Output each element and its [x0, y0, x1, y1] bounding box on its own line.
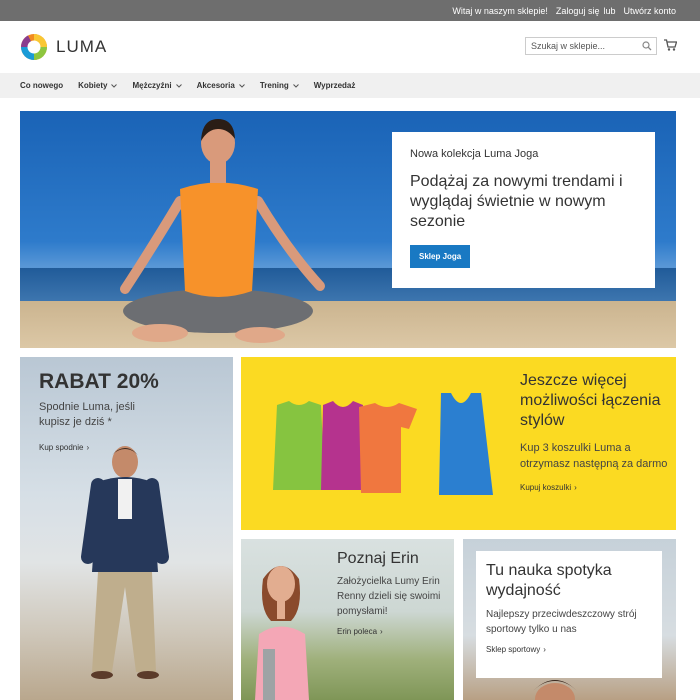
or-text: lub — [603, 5, 616, 16]
nav-label: Akcesoria — [196, 81, 235, 90]
logo-text: LUMA — [56, 37, 108, 56]
nav-label: Kobiety — [78, 81, 108, 90]
erin-recommends-link[interactable]: Erin poleca › — [337, 627, 452, 636]
header: LUMA Szukaj w sklepie... — [0, 21, 700, 73]
nav-item-women[interactable]: Kobiety — [78, 81, 118, 90]
shop-tees-link[interactable]: Kupuj koszulki › — [520, 483, 670, 492]
runner-image — [533, 680, 577, 700]
erin-desc: Założycielka Lumy Erin Renny dzieli się … — [337, 576, 441, 617]
shop-pants-link[interactable]: Kup spodnie › — [39, 443, 89, 452]
search-input[interactable]: Szukaj w sklepie... — [525, 37, 657, 55]
tees-promo[interactable]: Jeszcze więcej możliwości łączenia styló… — [241, 357, 676, 530]
chevron-down-icon — [175, 83, 182, 88]
login-link[interactable]: Zaloguj się — [556, 6, 600, 16]
chevron-right-icon: › — [574, 483, 577, 492]
tees-text: Jeszcze więcej możliwości łączenia styló… — [520, 371, 670, 492]
promo-discount-title: RABAT 20% — [39, 370, 159, 393]
chevron-down-icon — [238, 83, 245, 88]
chevron-right-icon: › — [86, 443, 90, 452]
top-links: Witaj w naszym sklepie! Zaloguj się lub … — [444, 0, 676, 21]
erin-image — [255, 566, 309, 700]
cart-icon[interactable] — [664, 39, 677, 51]
erin-text: Poznaj Erin Założycielka Lumy Erin Renny… — [337, 550, 452, 636]
promo-pants-desc: Spodnie Luma, jeśli kupisz je dziś * — [39, 401, 136, 428]
nav-item-whats-new[interactable]: Co nowego — [20, 81, 63, 90]
nav-item-training[interactable]: Trening — [260, 81, 299, 90]
erin-title: Poznaj Erin — [337, 550, 419, 567]
link-label: Kup spodnie — [39, 443, 84, 452]
nav-item-gear[interactable]: Akcesoria — [197, 81, 245, 90]
nav-item-sale[interactable]: Wyprzedaż — [314, 81, 356, 90]
tees-image — [273, 393, 493, 495]
nav-item-men[interactable]: Mężczyźni — [132, 81, 182, 90]
chevron-down-icon — [292, 83, 299, 88]
register-link[interactable]: Utwórz konto — [623, 6, 676, 16]
luma-logo-icon — [21, 34, 47, 60]
chevron-right-icon: › — [380, 627, 383, 636]
nav-label: Wyprzedaż — [313, 81, 356, 90]
nav-label: Co nowego — [20, 81, 64, 90]
main-nav: Co nowego Kobiety Mężczyźni Akcesoria Tr… — [0, 73, 700, 98]
chevron-down-icon — [111, 83, 118, 88]
shop-yoga-button[interactable]: Sklep Joga — [410, 245, 471, 268]
link-label: Kupuj koszulki — [520, 483, 572, 492]
tees-title: Jeszcze więcej możliwości łączenia styló… — [520, 372, 661, 429]
search-icon[interactable] — [642, 41, 652, 51]
hero-kicker: Nowa kolekcja Luma Joga — [410, 148, 539, 160]
nav-label: Trening — [259, 81, 289, 90]
hero-title: Podążaj za nowymi trendami i wyglądaj św… — [410, 173, 623, 230]
link-label: Erin poleca — [337, 627, 378, 636]
logo[interactable]: LUMA — [20, 33, 107, 61]
welcome-text: Witaj w naszym sklepie! — [452, 5, 548, 16]
pants-promo[interactable]: RABAT 20% Spodnie Luma, jeśli kupisz je … — [20, 357, 233, 700]
performance-promo[interactable]: Tu nauka spotyka wydajność Najlepszy prz… — [463, 539, 676, 700]
tees-desc: Kup 3 koszulki Luma a otrzymasz następną… — [520, 442, 668, 470]
hero-text-box: Nowa kolekcja Luma Joga Podążaj za nowym… — [392, 132, 655, 288]
erin-promo[interactable]: Poznaj Erin Założycielka Lumy Erin Renny… — [241, 539, 454, 700]
top-bar: Witaj w naszym sklepie! Zaloguj się lub … — [0, 0, 700, 21]
search-placeholder: Szukaj w sklepie... — [531, 41, 606, 51]
nav-label: Mężczyźni — [132, 81, 172, 90]
hero-banner[interactable]: Nowa kolekcja Luma Joga Podążaj za nowym… — [20, 111, 676, 348]
